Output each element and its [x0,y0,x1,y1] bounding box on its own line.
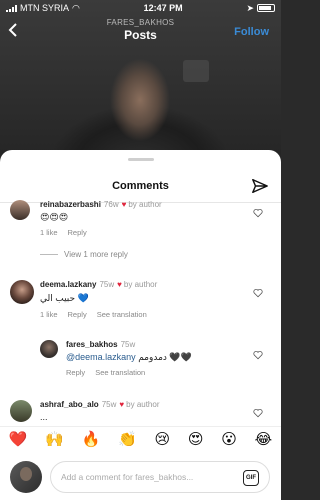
reply-meta: Reply See translation [66,368,155,377]
battery-icon [256,4,275,12]
like-heart-icon[interactable] [253,208,263,218]
view-more-line [40,254,58,255]
comment-header: ashraf_abo_alo 75w ♥ by author [40,400,160,409]
likes-count[interactable]: 1 like [40,310,58,319]
comment-time: 75w [101,400,117,409]
reply-time: 75w [120,340,136,349]
by-author-label: by author [126,400,160,409]
like-heart-icon[interactable] [253,350,263,360]
reply-button[interactable]: Reply [68,310,87,319]
signal-icon [6,4,17,12]
reaction-heart-eyes-icon[interactable]: 😍 [188,430,204,448]
reaction-crying-icon[interactable]: 😢 [154,430,170,448]
comment-time: 75w [99,280,115,289]
reaction-fire-icon[interactable]: 🔥 [82,430,101,448]
reaction-laughing-icon[interactable]: 😂 [255,430,273,448]
comment-input[interactable] [61,472,231,482]
reply-username[interactable]: fares_bakhos [66,340,118,349]
status-bar: MTN SYRIA ◠ 12:47 PM ➤ [0,0,281,16]
comment-time: 76w [103,200,119,209]
status-time: 12:47 PM [143,3,183,13]
comment-username[interactable]: ashraf_abo_alo [40,400,99,409]
location-icon: ➤ [246,2,254,13]
reaction-heart-icon[interactable]: ❤️ [9,430,28,448]
reply-button[interactable]: Reply [68,228,87,237]
comment-username[interactable]: deema.lazkany [40,280,96,289]
reaction-surprised-icon[interactable]: 😮 [221,430,237,448]
status-right: ➤ [246,3,275,14]
header: FARES_BAKHOS Posts Follow [0,16,281,48]
comment-text: ... [40,412,48,422]
comment-header: deema.lazkany 75w ♥ by author [40,280,157,289]
sheet-title: Comments [112,180,169,192]
heart-icon: ♥ [117,280,122,289]
reaction-clap-icon[interactable]: 👏 [118,430,137,448]
gif-button[interactable]: GIF [243,470,259,486]
wifi-icon: ◠ [72,2,80,13]
view-more-label[interactable]: View 1 more reply [64,250,128,259]
heart-icon: ♥ [121,200,127,209]
avatar[interactable] [40,340,58,358]
window-shape [183,60,209,82]
mention-link[interactable]: @deema.lazkany [66,352,136,362]
avatar[interactable] [10,280,34,304]
comment-input-box[interactable]: GIF [50,461,270,493]
carrier-label: MTN SYRIA [20,3,70,13]
quick-reactions-bar: ❤️ 🙌 🔥 👏 😢 😍 😮 😂 [0,426,281,450]
comment-text: 😍😍😍 [40,212,69,222]
reply-header: fares_bakhos 75w [66,340,135,349]
share-icon[interactable] [251,177,269,195]
comment-header: reinabazerbashi 76w ♥ by author [40,200,162,209]
comment-text: حبيب الي 💙 [40,293,89,303]
like-heart-icon[interactable] [253,288,263,298]
see-translation-button[interactable]: See translation [97,310,147,319]
avatar[interactable] [10,400,32,422]
reply-text-row: @deema.lazkany دمدومم 🖤🖤 [66,352,192,363]
reply-button[interactable]: Reply [66,368,85,377]
likes-count[interactable]: 1 like [40,228,58,237]
avatar[interactable] [10,200,30,220]
comment-meta: 1 like Reply See translation [40,310,157,319]
view-more-replies[interactable]: View 1 more reply [40,250,128,259]
heart-icon: ♥ [119,400,125,409]
comment-composer: GIF [0,454,281,500]
like-heart-icon[interactable] [253,408,263,418]
by-author-label: by author [123,280,158,289]
sheet-drag-handle[interactable] [128,158,154,161]
reply-text: دمدومم 🖤🖤 [138,352,192,362]
by-author-label: by author [128,200,162,209]
current-user-avatar [10,461,42,493]
comment-meta: 1 like Reply [40,228,97,237]
follow-button[interactable]: Follow [234,26,269,38]
reaction-raised-hands-icon[interactable]: 🙌 [45,430,64,448]
comment-username[interactable]: reinabazerbashi [40,200,101,209]
see-translation-button[interactable]: See translation [95,368,145,377]
status-left: MTN SYRIA ◠ [6,3,80,14]
